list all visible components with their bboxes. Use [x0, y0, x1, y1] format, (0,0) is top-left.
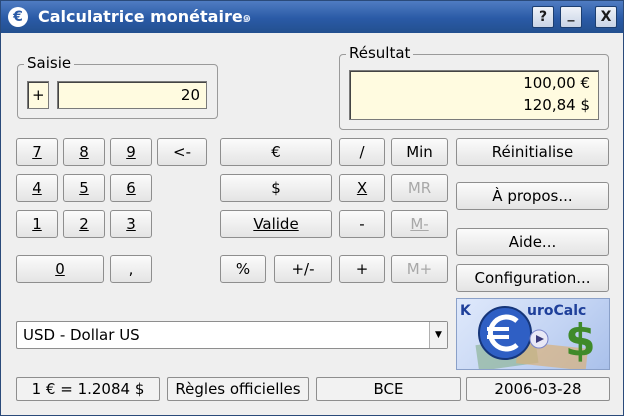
key-4-button[interactable]: 4	[16, 174, 58, 202]
source-status: BCE	[316, 377, 461, 401]
key-7-button[interactable]: 7	[16, 138, 58, 166]
key-9-button[interactable]: 9	[110, 138, 152, 166]
memory-plus-button[interactable]: M+	[391, 255, 448, 283]
minimize-button[interactable]: _	[560, 6, 582, 28]
configuration-button[interactable]: Configuration...	[456, 264, 609, 292]
plus-button[interactable]: +	[339, 255, 385, 283]
memory-in-button[interactable]: Min	[391, 138, 448, 166]
saisie-label: Saisie	[24, 54, 75, 72]
rules-status: Règles officielles	[167, 377, 309, 401]
window-title: Calculatrice monétaire	[38, 7, 243, 26]
reset-button[interactable]: Réinitialise	[456, 138, 609, 166]
valide-label: Valide	[253, 215, 299, 233]
dollar-sign-icon: $	[565, 315, 596, 366]
euro-app-icon[interactable]: €	[8, 7, 28, 27]
currency-select-value: USD - Dollar US	[23, 326, 140, 344]
sign-value: +	[32, 86, 45, 104]
result-display: 100,00 € 120,84 $	[349, 70, 599, 120]
dollar-button[interactable]: $	[220, 174, 332, 202]
currency-select[interactable]: USD - Dollar US ▼	[16, 321, 448, 349]
memory-recall-button[interactable]: MR	[391, 174, 448, 202]
help-button[interactable]: Aide...	[456, 228, 609, 256]
about-button[interactable]: À propos...	[456, 182, 609, 210]
divide-button[interactable]: /	[339, 138, 385, 166]
chevron-down-icon[interactable]: ▼	[429, 322, 447, 348]
plus-minus-button[interactable]: +/-	[274, 255, 332, 283]
percent-button[interactable]: %	[220, 255, 266, 283]
swirl-icon: ๑	[242, 8, 252, 26]
backspace-button[interactable]: <-	[157, 138, 207, 166]
sign-field[interactable]: +	[27, 81, 49, 109]
comma-button[interactable]: ,	[110, 255, 152, 283]
valide-button[interactable]: Valide	[220, 210, 332, 238]
date-status: 2006-03-28	[466, 377, 610, 401]
multiply-button[interactable]: X	[339, 174, 385, 202]
resultat-label: Résultat	[346, 44, 414, 62]
key-3-button[interactable]: 3	[110, 210, 152, 238]
result-line-2: 120,84 $	[523, 96, 590, 114]
key-2-button[interactable]: 2	[63, 210, 105, 238]
key-6-button[interactable]: 6	[110, 174, 152, 202]
minus-button[interactable]: -	[339, 210, 385, 238]
rate-status: 1 € = 1.2084 $	[16, 377, 160, 401]
input-value: 20	[180, 86, 200, 104]
key-0-button[interactable]: 0	[16, 255, 104, 283]
input-field[interactable]: 20	[57, 81, 207, 109]
memory-minus-button[interactable]: M-	[391, 210, 448, 238]
key-8-button[interactable]: 8	[63, 138, 105, 166]
key-5-button[interactable]: 5	[63, 174, 105, 202]
close-button[interactable]: X	[595, 6, 617, 28]
help-title-button[interactable]: ?	[532, 6, 554, 28]
eurocalc-logo: K uroCalc $	[456, 298, 610, 370]
title-bar[interactable]: € Calculatrice monétaire ๑ ? _ X	[1, 1, 623, 33]
result-line-1: 100,00 €	[523, 74, 590, 92]
logo-text-k: K	[460, 303, 471, 319]
main-window: € Calculatrice monétaire ๑ ? _ X Saisie …	[0, 0, 624, 416]
key-1-button[interactable]: 1	[16, 210, 58, 238]
euro-button[interactable]: €	[220, 138, 332, 166]
